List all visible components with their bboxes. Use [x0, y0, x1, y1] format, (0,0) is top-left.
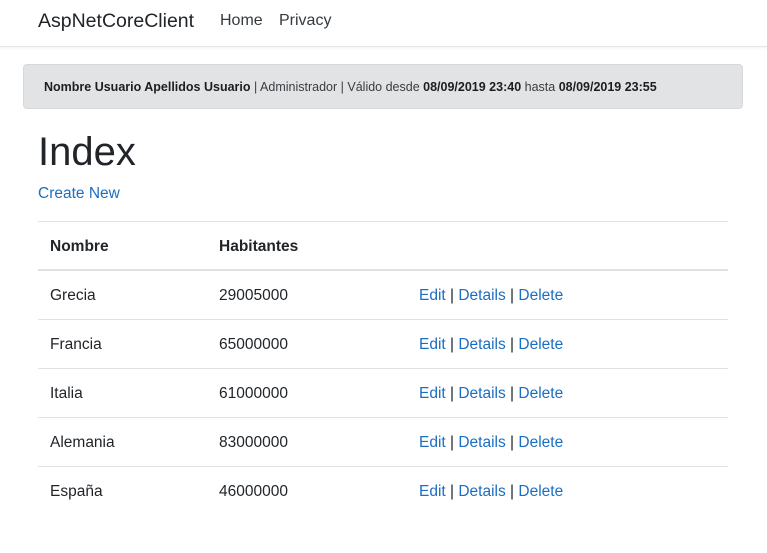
details-link[interactable]: Details	[458, 385, 505, 402]
action-separator: |	[505, 434, 519, 451]
header-nombre: Nombre	[50, 238, 109, 255]
cell-habitantes: 61000000	[219, 385, 288, 402]
details-link[interactable]: Details	[458, 287, 505, 304]
edit-link[interactable]: Edit	[419, 385, 446, 402]
cell-habitantes: 29005000	[219, 287, 288, 304]
countries-table: Nombre Habitantes Grecia 29005000 Edit | D…	[38, 221, 728, 516]
action-separator: |	[445, 483, 459, 500]
cell-habitantes: 46000000	[219, 483, 288, 500]
valid-until-label: hasta	[521, 80, 559, 94]
delete-link[interactable]: Delete	[518, 336, 563, 353]
action-separator: |	[445, 434, 459, 451]
nav-link-home[interactable]: Home	[220, 11, 263, 31]
alert-separator: |	[337, 80, 348, 94]
edit-link[interactable]: Edit	[419, 336, 446, 353]
table-row: Grecia 29005000 Edit | Details | Delete	[38, 271, 728, 320]
cell-habitantes: 65000000	[219, 336, 288, 353]
row-actions: Edit | Details | Delete	[419, 482, 563, 502]
valid-from-label: Válido desde	[347, 80, 424, 94]
action-separator: |	[445, 336, 459, 353]
row-actions: Edit | Details | Delete	[419, 286, 563, 306]
user-session-alert: Nombre Usuario Apellidos Usuario | Admin…	[23, 64, 743, 109]
action-separator: |	[445, 287, 459, 304]
user-role: Administrador	[260, 80, 338, 94]
table-row: España 46000000 Edit | Details | Delete	[38, 467, 728, 516]
cell-nombre: Italia	[50, 385, 83, 402]
delete-link[interactable]: Delete	[518, 434, 563, 451]
details-link[interactable]: Details	[458, 434, 505, 451]
action-separator: |	[505, 336, 519, 353]
details-link[interactable]: Details	[458, 483, 505, 500]
cell-nombre: Alemania	[50, 434, 115, 451]
details-link[interactable]: Details	[458, 336, 505, 353]
row-actions: Edit | Details | Delete	[419, 384, 563, 404]
action-separator: |	[505, 483, 519, 500]
cell-habitantes: 83000000	[219, 434, 288, 451]
action-separator: |	[505, 385, 519, 402]
table-header: Nombre Habitantes	[38, 221, 728, 271]
cell-nombre: Francia	[50, 336, 102, 353]
edit-link[interactable]: Edit	[419, 434, 446, 451]
row-actions: Edit | Details | Delete	[419, 335, 563, 355]
user-name: Nombre Usuario Apellidos Usuario	[44, 80, 251, 94]
valid-until-value: 08/09/2019 23:55	[558, 80, 657, 94]
table-row: Alemania 83000000 Edit | Details | Delete	[38, 418, 728, 467]
alert-separator: |	[250, 80, 261, 94]
delete-link[interactable]: Delete	[518, 287, 563, 304]
cell-nombre: Grecia	[50, 287, 96, 304]
header-habitantes: Habitantes	[219, 238, 299, 255]
create-new-link[interactable]: Create New	[38, 184, 120, 204]
brand-link[interactable]: AspNetCoreClient	[38, 9, 194, 33]
action-separator: |	[505, 287, 519, 304]
table-row: Francia 65000000 Edit | Details | Delete	[38, 320, 728, 369]
page-title: Index	[38, 130, 136, 174]
edit-link[interactable]: Edit	[419, 287, 446, 304]
nav-link-privacy[interactable]: Privacy	[279, 11, 331, 31]
delete-link[interactable]: Delete	[518, 483, 563, 500]
table-body: Grecia 29005000 Edit | Details | Delete Fra…	[38, 271, 728, 516]
table-row: Italia 61000000 Edit | Details | Delete	[38, 369, 728, 418]
action-separator: |	[445, 385, 459, 402]
cell-nombre: España	[50, 483, 103, 500]
edit-link[interactable]: Edit	[419, 483, 446, 500]
row-actions: Edit | Details | Delete	[419, 433, 563, 453]
valid-from-value: 08/09/2019 23:40	[423, 80, 522, 94]
delete-link[interactable]: Delete	[518, 385, 563, 402]
top-navbar: AspNetCoreClient Home Privacy	[0, 0, 767, 47]
